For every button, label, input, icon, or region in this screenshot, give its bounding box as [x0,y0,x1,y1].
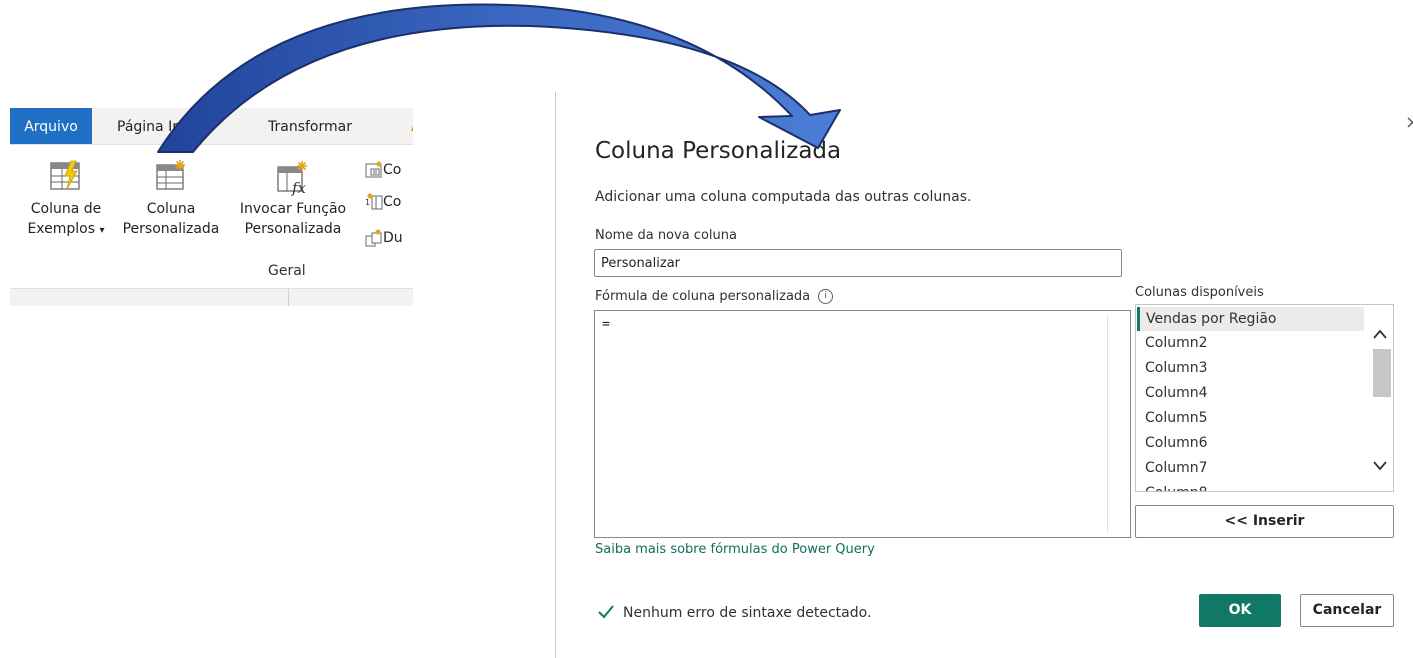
invoke-custom-function-button[interactable]: fx Invocar Função Personalizada [230,159,356,239]
column-from-examples-label-2: Exemplos [27,221,96,237]
column-list-item[interactable]: Column7 [1137,456,1364,480]
syntax-status: Nenhum erro de sintaxe detectado. [597,604,871,621]
formula-scrollbar[interactable] [1107,315,1122,533]
ribbon-footer-divider [288,289,289,306]
close-icon[interactable]: × [1405,114,1413,132]
checkmark-icon [598,605,614,619]
duplicate-column-button[interactable]: Du [365,229,403,251]
column-from-examples-label-1: Coluna de [30,201,102,217]
invoke-function-label-2: Personalizada [244,221,342,237]
conditional-column-button[interactable]: Co [365,161,401,183]
ribbon: Arquivo Página Inicial Transformar A Col… [10,108,413,306]
index-column-icon: 1 [365,193,383,210]
dialog-description: Adicionar uma coluna computada das outra… [595,189,972,205]
formula-editor[interactable]: = [594,310,1131,538]
formula-text[interactable]: = [602,317,610,332]
column-list-item[interactable]: Vendas por Região [1137,307,1364,331]
tab-transformar[interactable]: Transformar [268,108,352,144]
svg-text:1: 1 [365,198,370,207]
ribbon-body: Coluna de Exemplos ▾ Coluna Personalizad… [10,144,413,289]
column-from-examples-button[interactable]: Coluna de Exemplos ▾ [16,159,116,241]
invoke-function-label-1: Invocar Função [239,201,347,217]
chevron-down-icon[interactable]: ▾ [100,225,105,236]
duplicate-column-icon [365,229,382,247]
scrollbar-thumb[interactable] [1373,349,1391,397]
svg-text:fx: fx [291,179,307,197]
learn-more-link[interactable]: Saiba mais sobre fórmulas do Power Query [595,542,875,557]
cancel-button[interactable]: Cancelar [1300,594,1394,627]
ribbon-group-label: Geral [268,263,306,279]
chevron-up-icon[interactable] [1372,328,1388,340]
syntax-status-text: Nenhum erro de sintaxe detectado. [623,605,872,621]
formula-label: Fórmula de coluna personalizada i [595,289,834,304]
ok-button[interactable]: OK [1199,594,1281,627]
columns-scrollbar[interactable] [1366,306,1392,490]
tab-arquivo[interactable]: Arquivo [10,108,92,144]
column-from-examples-icon [50,160,80,190]
index-column-label: Co [383,194,402,210]
insert-button[interactable]: << Inserir [1135,505,1394,538]
available-columns-list[interactable]: Vendas por Região Column2 Column3 Column… [1135,304,1394,492]
conditional-column-icon [365,161,382,178]
column-list-item[interactable]: Column6 [1137,431,1364,455]
dialog-title: Coluna Personalizada [595,138,842,164]
column-name-input[interactable] [594,249,1122,277]
tab-pagina-inicial[interactable]: Página Inicial [117,108,209,144]
column-list-item[interactable]: Column2 [1137,331,1364,355]
conditional-column-label: Co [383,162,402,178]
tab-adicionar-coluna[interactable]: A [411,108,413,144]
custom-column-icon [156,160,185,190]
custom-column-button[interactable]: Coluna Personalizada [122,159,220,239]
formula-label-text: Fórmula de coluna personalizada [595,289,811,304]
column-name-label: Nome da nova coluna [595,228,737,243]
custom-column-label-2: Personalizada [122,221,220,237]
column-list-item[interactable]: Column5 [1137,406,1364,430]
custom-column-dialog: × Coluna Personalizada Adicionar uma col… [555,92,1413,658]
index-column-button[interactable]: 1 Co [365,193,401,215]
custom-column-label-1: Coluna [146,201,196,217]
available-columns-label: Colunas disponíveis [1135,285,1264,300]
chevron-down-icon[interactable] [1372,460,1388,472]
column-list-item[interactable]: Column4 [1137,381,1364,405]
ribbon-tab-bar: Arquivo Página Inicial Transformar A [10,108,413,144]
info-icon[interactable]: i [818,289,834,304]
duplicate-column-label: Du [383,230,403,246]
ribbon-footer [10,289,413,306]
invoke-function-icon: fx [277,161,307,197]
column-list-item[interactable]: Column8 [1137,481,1364,491]
column-list-item[interactable]: Column3 [1137,356,1364,380]
